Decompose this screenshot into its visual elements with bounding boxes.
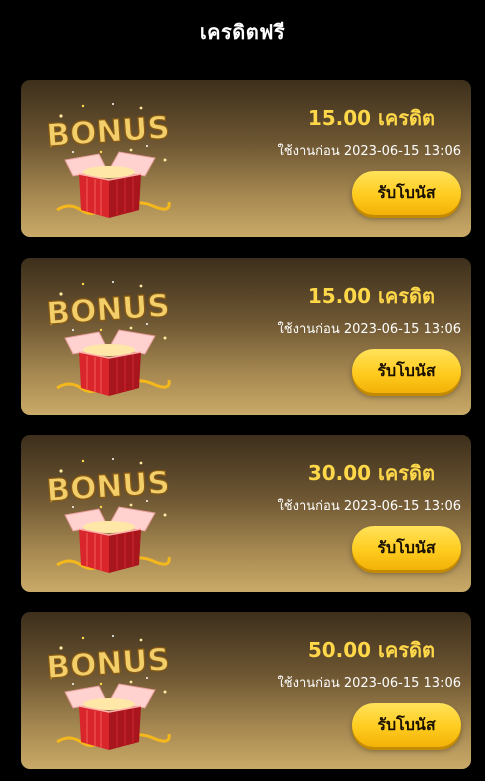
bonus-amount: 50.00 เครดิต [307,638,435,662]
claim-bonus-button[interactable]: รับโบนัส [352,703,461,747]
page-header: เครดิตฟรี [0,0,485,64]
bonus-expiry: ใช้งานก่อน 2023-06-15 13:06 [277,499,461,514]
bonus-amount: 15.00 เครดิต [307,106,435,130]
claim-bonus-button[interactable]: รับโบนัส [352,171,461,215]
claim-bonus-button[interactable]: รับโบนัส [352,526,461,570]
bonus-gift-box-icon [43,630,173,760]
bonus-card: 50.00 เครดิต ใช้งานก่อน 2023-06-15 13:06… [21,612,471,769]
bonus-amount: 30.00 เครดิต [307,461,435,485]
bonus-gift-box-icon [43,453,173,583]
bonus-amount: 15.00 เครดิต [307,284,435,308]
bonus-card: 30.00 เครดิต ใช้งานก่อน 2023-06-15 13:06… [21,435,471,592]
page-title: เครดิตฟรี [199,20,286,44]
bonus-gift-box-icon [43,98,173,228]
bonus-expiry: ใช้งานก่อน 2023-06-15 13:06 [277,676,461,691]
claim-bonus-button[interactable]: รับโบนัส [352,349,461,393]
bonus-gift-box-icon [43,276,173,406]
bonus-card: 15.00 เครดิต ใช้งานก่อน 2023-06-15 13:06… [21,258,471,415]
bonus-expiry: ใช้งานก่อน 2023-06-15 13:06 [277,144,461,159]
bonus-card: 15.00 เครดิต ใช้งานก่อน 2023-06-15 13:06… [21,80,471,237]
bonus-expiry: ใช้งานก่อน 2023-06-15 13:06 [277,322,461,337]
